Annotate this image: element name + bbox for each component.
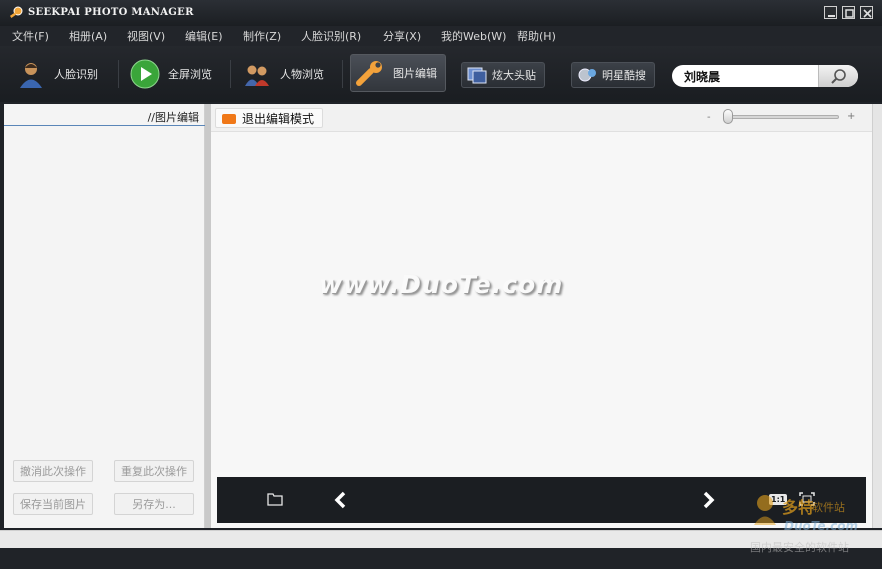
star-search-icon	[576, 65, 598, 85]
fullscreen-browse-label: 全屏浏览	[168, 68, 212, 81]
face-recognition-label: 人脸识别	[54, 68, 98, 81]
app-window: SEEKPAI PHOTO MANAGER 文件(F) 相册(A) 视图(V) …	[0, 0, 882, 569]
search-button[interactable]	[818, 65, 858, 87]
right-scrollbar[interactable]	[872, 104, 882, 528]
menu-share[interactable]: 分享(X)	[383, 28, 421, 44]
maximize-icon	[845, 9, 854, 18]
watermark-text: www.DuoTe.com	[319, 270, 564, 299]
photo-edit-label: 图片编辑	[393, 67, 437, 80]
exit-edit-mode-button[interactable]: 退出编辑模式	[215, 108, 324, 128]
exit-icon	[222, 114, 236, 124]
left-panel-header: //图片编辑	[4, 104, 205, 126]
watermark-brand-sub: 软件站	[812, 501, 845, 514]
menu-face-recognition[interactable]: 人脸识别(R)	[301, 28, 361, 44]
zoom-slider-thumb[interactable]	[723, 109, 733, 124]
cool-avatar-button[interactable]: 炫大头贴	[461, 62, 545, 88]
left-panel: //图片编辑 撤消此次操作 重复此次操作 保存当前图片 另存为...	[4, 104, 205, 528]
maximize-button[interactable]	[842, 6, 855, 19]
folder-icon[interactable]	[267, 492, 283, 506]
undo-button[interactable]: 撤消此次操作	[13, 460, 93, 482]
zoom-out-button[interactable]: -	[707, 112, 711, 123]
app-logo-icon	[9, 6, 23, 18]
face-recognition-icon	[16, 59, 46, 89]
panel-title: //图片编辑	[147, 111, 199, 124]
wrench-icon	[355, 58, 385, 88]
mascot-icon	[754, 495, 776, 525]
menu-file[interactable]: 文件(F)	[12, 28, 49, 44]
menu-bar: 文件(F) 相册(A) 视图(V) 编辑(E) 制作(Z) 人脸识别(R) 分享…	[0, 26, 882, 46]
watermark-domain: DuoTe.com	[784, 519, 858, 533]
watermark-tagline: 国内最安全的软件站	[750, 541, 849, 554]
exit-edit-mode-label: 退出编辑模式	[242, 111, 315, 126]
people-icon	[242, 59, 272, 89]
play-icon	[130, 59, 160, 89]
menu-help[interactable]: 帮助(H)	[517, 28, 556, 44]
image-canvas[interactable]: www.DuoTe.com	[211, 132, 872, 472]
watermark-brand: 多特	[782, 498, 815, 517]
menu-view[interactable]: 视图(V)	[127, 28, 165, 44]
menu-album[interactable]: 相册(A)	[69, 28, 107, 44]
close-button[interactable]	[860, 6, 873, 19]
next-icon[interactable]	[701, 491, 717, 509]
minimize-icon	[828, 15, 835, 17]
close-icon	[863, 9, 872, 18]
save-current-button[interactable]: 保存当前图片	[13, 493, 93, 515]
fullscreen-browse-button[interactable]: 全屏浏览	[130, 56, 212, 92]
previous-icon[interactable]	[332, 491, 348, 509]
minimize-button[interactable]	[824, 6, 837, 19]
title-bar: SEEKPAI PHOTO MANAGER	[0, 0, 882, 26]
redo-button[interactable]: 重复此次操作	[114, 460, 194, 482]
star-search-button[interactable]: 明星酷搜	[571, 62, 655, 88]
editor-panel: 退出编辑模式 - + www.DuoTe.com 1:1	[211, 104, 872, 528]
search-input[interactable]	[684, 67, 814, 85]
toolbar-divider	[118, 60, 119, 88]
cool-avatar-label: 炫大头贴	[492, 69, 536, 82]
save-as-button[interactable]: 另存为...	[114, 493, 194, 515]
people-browse-button[interactable]: 人物浏览	[242, 56, 324, 92]
zoom-slider-track[interactable]	[725, 115, 839, 119]
star-search-label: 明星酷搜	[602, 69, 646, 82]
toolbar-divider	[230, 60, 231, 88]
face-recognition-button[interactable]: 人脸识别	[16, 56, 98, 92]
people-browse-label: 人物浏览	[280, 68, 324, 81]
search-icon	[831, 69, 846, 84]
photo-edit-button[interactable]: 图片编辑	[350, 54, 446, 92]
editor-topbar: 退出编辑模式 - +	[211, 104, 872, 132]
menu-edit[interactable]: 编辑(E)	[185, 28, 223, 44]
photo-sticker-icon	[466, 65, 488, 85]
toolbar-divider	[342, 60, 343, 88]
menu-my-web[interactable]: 我的Web(W)	[441, 28, 506, 44]
zoom-in-button[interactable]: +	[847, 111, 855, 122]
menu-make[interactable]: 制作(Z)	[243, 28, 281, 44]
site-watermark: 多特 软件站 DuoTe.com 国内最安全的软件站	[746, 490, 882, 569]
app-title: SEEKPAI PHOTO MANAGER	[28, 7, 194, 18]
